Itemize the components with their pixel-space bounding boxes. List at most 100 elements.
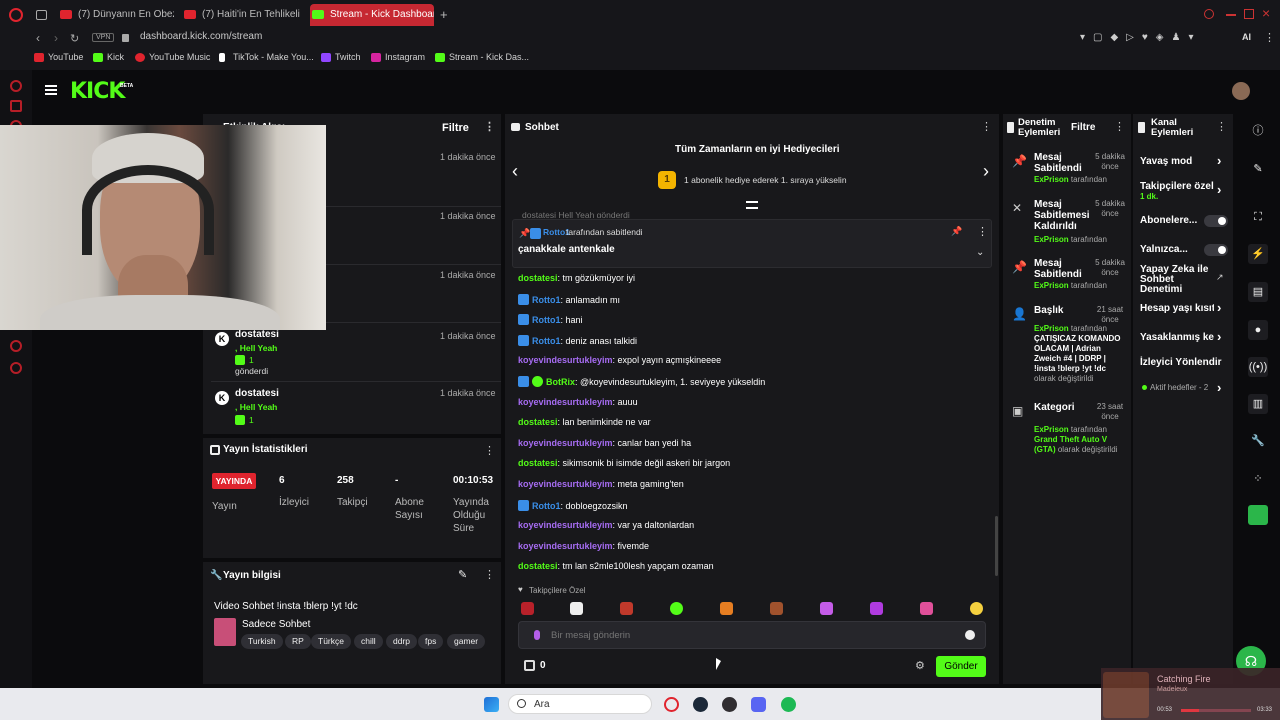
chevron-down-icon[interactable]: ⌄ (976, 247, 984, 258)
track-progress[interactable] (1181, 709, 1251, 712)
chat-username[interactable]: koyevindesurtukleyim (518, 438, 613, 448)
chevron-right-icon[interactable]: › (1217, 329, 1221, 344)
chevron-right-icon[interactable]: › (1217, 153, 1221, 168)
banned-words-item[interactable]: Yasaklanmış kel (1140, 332, 1214, 344)
mic-icon[interactable] (534, 630, 540, 640)
send-button[interactable]: Gönder (936, 656, 986, 677)
chat-username[interactable]: Rotto1 (532, 295, 561, 305)
info-icon[interactable]: ⓘ (1248, 121, 1268, 141)
new-tab-button[interactable]: + (440, 7, 448, 22)
chat-input-box[interactable] (518, 621, 986, 649)
close-icon[interactable]: × (1262, 5, 1270, 21)
emote-icon[interactable] (770, 602, 783, 615)
emote-icon[interactable] (620, 602, 633, 615)
more-options-icon[interactable]: ⋮ (1114, 120, 1125, 134)
emote-icon[interactable] (570, 602, 583, 615)
activity-user[interactable]: dostatesi (235, 388, 279, 399)
tag-chip[interactable]: Türkçe (311, 634, 351, 649)
forward-icon[interactable]: › (54, 31, 58, 45)
chat-username[interactable]: koyevindesurtukleyim (518, 397, 613, 407)
sidebar-icon[interactable] (10, 340, 22, 352)
reload-icon[interactable]: ↻ (70, 32, 79, 45)
chat-username[interactable]: koyevindesurtukleyim (518, 479, 613, 489)
emote-icon[interactable] (820, 602, 833, 615)
emote-icon[interactable] (920, 602, 933, 615)
more-options-icon[interactable]: ⋮ (981, 120, 992, 134)
chat-username[interactable]: dostatesi (518, 417, 558, 427)
more-options-icon[interactable]: ⋮ (484, 120, 495, 134)
emote-icon[interactable] (670, 602, 683, 615)
subscribers-only-toggle[interactable] (1204, 215, 1228, 227)
bookmark-kick-dashboard[interactable]: Stream - Kick Das... (435, 52, 529, 62)
unpin-icon[interactable]: 📌 (951, 226, 962, 237)
chat-username[interactable]: koyevindesurtukleyim (518, 520, 613, 530)
prev-arrow-icon[interactable]: ‹ (512, 161, 518, 182)
spotify-icon[interactable] (781, 697, 796, 712)
tab-youtube-2[interactable]: (7) Haiti'in En Tehlikeli Çet (182, 4, 300, 26)
chat-username[interactable]: BotRix (546, 377, 575, 387)
opera-logo-icon[interactable] (9, 8, 23, 22)
tag-chip[interactable]: chill (354, 634, 383, 649)
slow-mode-item[interactable]: Yavaş mod (1140, 156, 1192, 168)
url-field[interactable]: dashboard.kick.com/stream (140, 31, 262, 42)
panels-icon[interactable]: ▥ (1248, 394, 1268, 414)
bookmark-twitch[interactable]: Twitch (321, 52, 361, 62)
more-options-icon[interactable]: ⋮ (1216, 120, 1227, 134)
category-name[interactable]: Sadece Sohbet (242, 619, 310, 630)
emotes-only-item[interactable]: Yalnızca... (1140, 244, 1188, 256)
wrench-icon[interactable]: 🔧 (1248, 431, 1268, 451)
chat-username[interactable]: Rotto1 (532, 501, 561, 511)
chevron-right-icon[interactable]: › (1217, 380, 1221, 395)
tab-kick-dashboard[interactable]: Stream - Kick Dashboard (310, 4, 434, 26)
tag-chip[interactable]: RP (285, 634, 311, 649)
tag-chip[interactable]: ddrp (386, 634, 418, 649)
document-icon[interactable]: ▤ (1248, 282, 1268, 302)
chevron-right-icon[interactable]: › (1217, 300, 1221, 315)
menu-icon[interactable]: ⋮ (1264, 31, 1275, 44)
minimize-icon[interactable] (1226, 14, 1236, 16)
vpn-badge[interactable]: VPN (92, 33, 115, 42)
more-options-icon[interactable]: ⋮ (484, 444, 495, 458)
ai-moderation-item[interactable]: Yapay Zeka ile Sohbet Denetimi (1140, 265, 1210, 295)
sidebar-icon[interactable] (10, 80, 22, 92)
event-actor-name[interactable]: ExPrison (1034, 425, 1069, 434)
bookmark-kick[interactable]: Kick (93, 52, 124, 62)
windows-start-icon[interactable] (484, 697, 499, 712)
taskbar-search[interactable]: Ara (508, 694, 652, 714)
steam-icon[interactable] (693, 697, 708, 712)
collapse-icon[interactable] (746, 201, 758, 209)
tag-chip[interactable]: fps (418, 634, 444, 649)
chat-username[interactable]: Rotto1 (532, 336, 561, 346)
settings-icon[interactable] (10, 362, 22, 374)
hamburger-icon[interactable] (45, 85, 57, 95)
emoji-icon[interactable] (965, 630, 975, 640)
chat-username[interactable]: dostatesi (518, 561, 558, 571)
filter-button[interactable]: Filtre (442, 122, 469, 134)
discord-icon[interactable] (751, 697, 766, 712)
account-age-item[interactable]: Hesap yaşı kısıtl (1140, 303, 1214, 315)
bolt-icon[interactable]: ⚡ (1248, 244, 1268, 264)
bookmark-youtube-music[interactable]: YouTube Music (135, 52, 210, 62)
broadcast-icon[interactable]: ((•)) (1248, 357, 1268, 377)
raid-item[interactable]: İzleyici Yönlendir (1140, 357, 1222, 369)
tab-youtube-1[interactable]: (7) Dünyanın En Obez Şehr (58, 4, 174, 26)
event-actor-name[interactable]: ExPrison (1034, 324, 1069, 333)
external-link-icon[interactable]: ↗ (1216, 272, 1224, 283)
media-widget[interactable]: Catching Fire Madeleux 00:53 03:33 (1101, 668, 1280, 720)
chat-username[interactable]: koyevindesurtukleyim (518, 541, 613, 551)
activity-user[interactable]: dostatesi (235, 329, 279, 340)
users-icon[interactable]: ⁘ (1248, 469, 1268, 489)
avatar[interactable] (1232, 82, 1250, 100)
chat-username[interactable]: Rotto1 (532, 315, 561, 325)
chevron-right-icon[interactable]: › (1217, 182, 1221, 197)
emote-icon[interactable] (521, 602, 534, 615)
tag-chip[interactable]: gamer (447, 634, 486, 649)
emote-icon[interactable] (720, 602, 733, 615)
screen-icon[interactable]: ⛶ (1248, 207, 1268, 227)
emotes-only-toggle[interactable] (1204, 244, 1228, 256)
settings-gear-icon[interactable]: ⚙ (915, 659, 925, 672)
subscribers-only-item[interactable]: Abonelere... (1140, 215, 1197, 227)
back-icon[interactable]: ‹ (36, 31, 40, 45)
points-icon[interactable] (524, 660, 535, 671)
chat-username[interactable]: koyevindesurtukleyim (518, 355, 613, 365)
